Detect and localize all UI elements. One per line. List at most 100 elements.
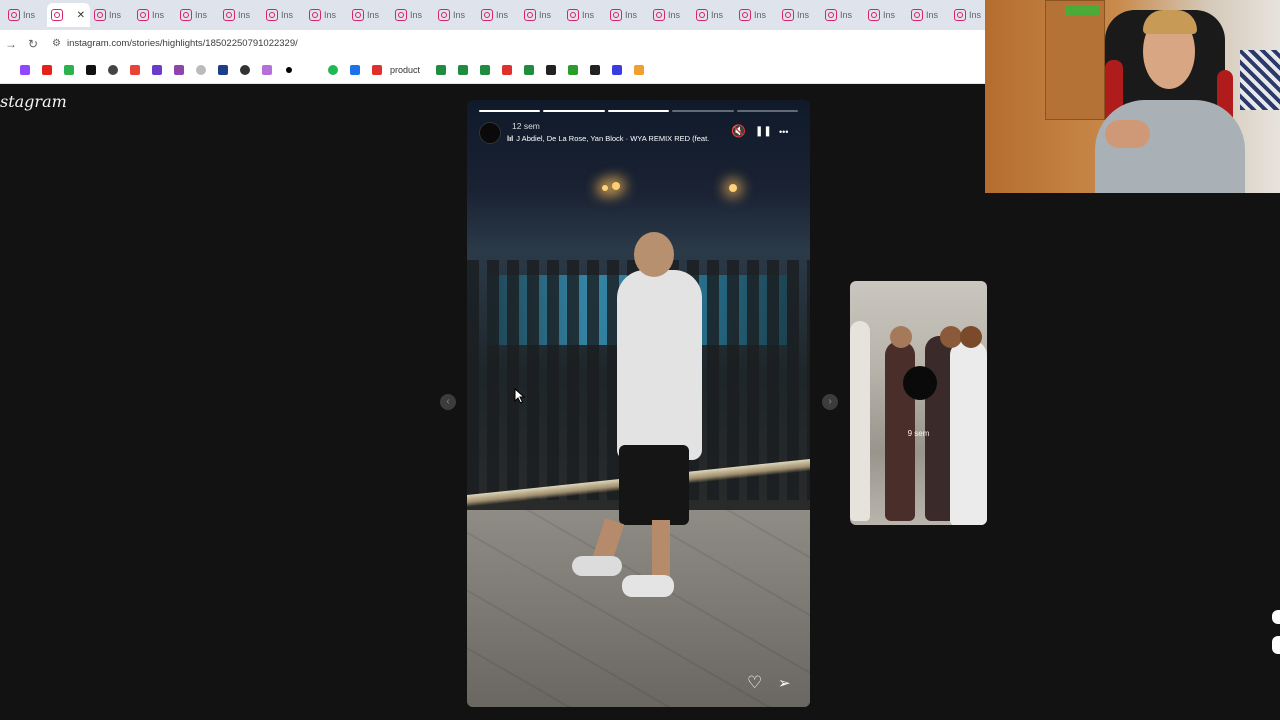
instagram-icon: [137, 9, 149, 21]
browser-tab[interactable]: Ins: [305, 3, 348, 27]
tab-label: Ins: [23, 10, 36, 20]
tab-label: Ins: [926, 10, 939, 20]
forward-icon[interactable]: →: [0, 37, 22, 51]
spotify-icon[interactable]: [322, 63, 344, 77]
chatgpt-icon[interactable]: [102, 63, 124, 77]
browser-tab[interactable]: Ins: [219, 3, 262, 27]
browser-tab[interactable]: Ins: [649, 3, 692, 27]
browser-tab[interactable]: Ins: [4, 3, 47, 27]
app-icon[interactable]: [300, 63, 322, 77]
app-icon[interactable]: [58, 63, 80, 77]
pause-icon[interactable]: ❚❚: [755, 126, 772, 137]
progress-segment: [543, 110, 605, 112]
song-title[interactable]: J Abdiel, De La Rose, Yan Block · WYA RE…: [516, 134, 709, 143]
previous-story-button[interactable]: ‹: [440, 394, 456, 410]
browser-tab[interactable]: Ins: [434, 3, 477, 27]
product-bookmark-icon[interactable]: [366, 63, 388, 77]
browser-tab[interactable]: Ins: [606, 3, 649, 27]
progress-segment: [672, 110, 734, 112]
instagram-icon: [8, 9, 20, 21]
instagram-icon: [696, 9, 708, 21]
sheets-icon[interactable]: [474, 63, 496, 77]
browser-tab[interactable]: ✕: [47, 3, 90, 27]
progress-segment: [479, 110, 541, 112]
more-options-icon[interactable]: •••: [779, 127, 788, 137]
app-icon[interactable]: [168, 63, 190, 77]
instagram-logo[interactable]: stagram: [0, 92, 67, 111]
next-story-thumbnail[interactable]: 9 sem: [850, 281, 987, 525]
browser-tab[interactable]: Ins: [348, 3, 391, 27]
paypal-icon[interactable]: [212, 63, 234, 77]
instagram-icon: [653, 9, 665, 21]
whatsapp-icon[interactable]: [234, 63, 256, 77]
site-info-icon[interactable]: ⚙: [52, 38, 61, 49]
browser-tab[interactable]: Ins: [692, 3, 735, 27]
instagram-icon: [51, 9, 63, 21]
tab-label: Ins: [668, 10, 681, 20]
mute-icon[interactable]: 🔇: [731, 124, 746, 138]
person-shorts: [619, 445, 689, 525]
browser-tab[interactable]: Ins: [864, 3, 907, 27]
youtube-icon[interactable]: [36, 63, 58, 77]
sheets-icon[interactable]: [452, 63, 474, 77]
browser-tab[interactable]: Ins: [90, 3, 133, 27]
app-icon[interactable]: [190, 63, 212, 77]
browser-tab[interactable]: Ins: [821, 3, 864, 27]
browser-tab[interactable]: Ins: [176, 3, 219, 27]
app-icon[interactable]: [584, 63, 606, 77]
app-icon[interactable]: [496, 63, 518, 77]
instagram-icon: [524, 9, 536, 21]
app-icon[interactable]: [628, 63, 650, 77]
instagram-icon: [567, 9, 579, 21]
next-story-button[interactable]: ›: [822, 394, 838, 410]
person-shoe: [622, 575, 674, 597]
browser-tab[interactable]: Ins: [520, 3, 563, 27]
product-bookmark-label[interactable]: product: [390, 65, 420, 75]
twitch-icon[interactable]: [14, 63, 36, 77]
sheets-icon[interactable]: [518, 63, 540, 77]
tab-label: Ins: [582, 10, 595, 20]
app-icon[interactable]: [606, 63, 628, 77]
tab-label: Ins: [367, 10, 380, 20]
tab-label: Ins: [625, 10, 638, 20]
tab-label: Ins: [496, 10, 509, 20]
instagram-icon: [739, 9, 751, 21]
browser-tab[interactable]: Ins: [262, 3, 305, 27]
browser-tab[interactable]: Ins: [477, 3, 520, 27]
tiktok-icon[interactable]: [80, 63, 102, 77]
sheets-icon[interactable]: [430, 63, 452, 77]
tab-label: Ins: [840, 10, 853, 20]
avatar[interactable]: [479, 122, 501, 144]
tab-label: Ins: [797, 10, 810, 20]
music-icon: lıl: [507, 134, 514, 143]
browser-tab[interactable]: Ins: [563, 3, 606, 27]
gmail-icon[interactable]: [124, 63, 146, 77]
close-tab-icon[interactable]: ✕: [77, 10, 85, 21]
app-icon[interactable]: [278, 63, 300, 77]
browser-tab[interactable]: Ins: [735, 3, 778, 27]
instagram-icon: [481, 9, 493, 21]
app-icon[interactable]: [562, 63, 584, 77]
browser-tab[interactable]: Ins: [391, 3, 434, 27]
instagram-icon: [782, 9, 794, 21]
instagram-icon: [825, 9, 837, 21]
browser-tab[interactable]: Ins: [950, 3, 985, 27]
url-field[interactable]: ⚙ instagram.com/stories/highlights/18502…: [52, 38, 298, 49]
prime-icon[interactable]: [344, 63, 366, 77]
browser-tab[interactable]: Ins: [778, 3, 821, 27]
browser-tab[interactable]: Ins: [907, 3, 950, 27]
thumb-person: [960, 326, 982, 348]
browser-tab[interactable]: Ins: [133, 3, 176, 27]
app-icon[interactable]: [540, 63, 562, 77]
app-icon[interactable]: [146, 63, 168, 77]
reload-icon[interactable]: ↻: [22, 37, 44, 51]
tab-label: Ins: [238, 10, 251, 20]
story-song[interactable]: lıl J Abdiel, De La Rose, Yan Block · WYA…: [507, 134, 723, 143]
avatar[interactable]: [903, 366, 937, 400]
url-text[interactable]: instagram.com/stories/highlights/1850225…: [67, 38, 298, 49]
send-icon[interactable]: ➢: [778, 674, 791, 692]
app-icon[interactable]: [256, 63, 278, 77]
tab-label: Ins: [410, 10, 423, 20]
tab-label: Ins: [711, 10, 724, 20]
like-icon[interactable]: ♡: [747, 673, 762, 693]
